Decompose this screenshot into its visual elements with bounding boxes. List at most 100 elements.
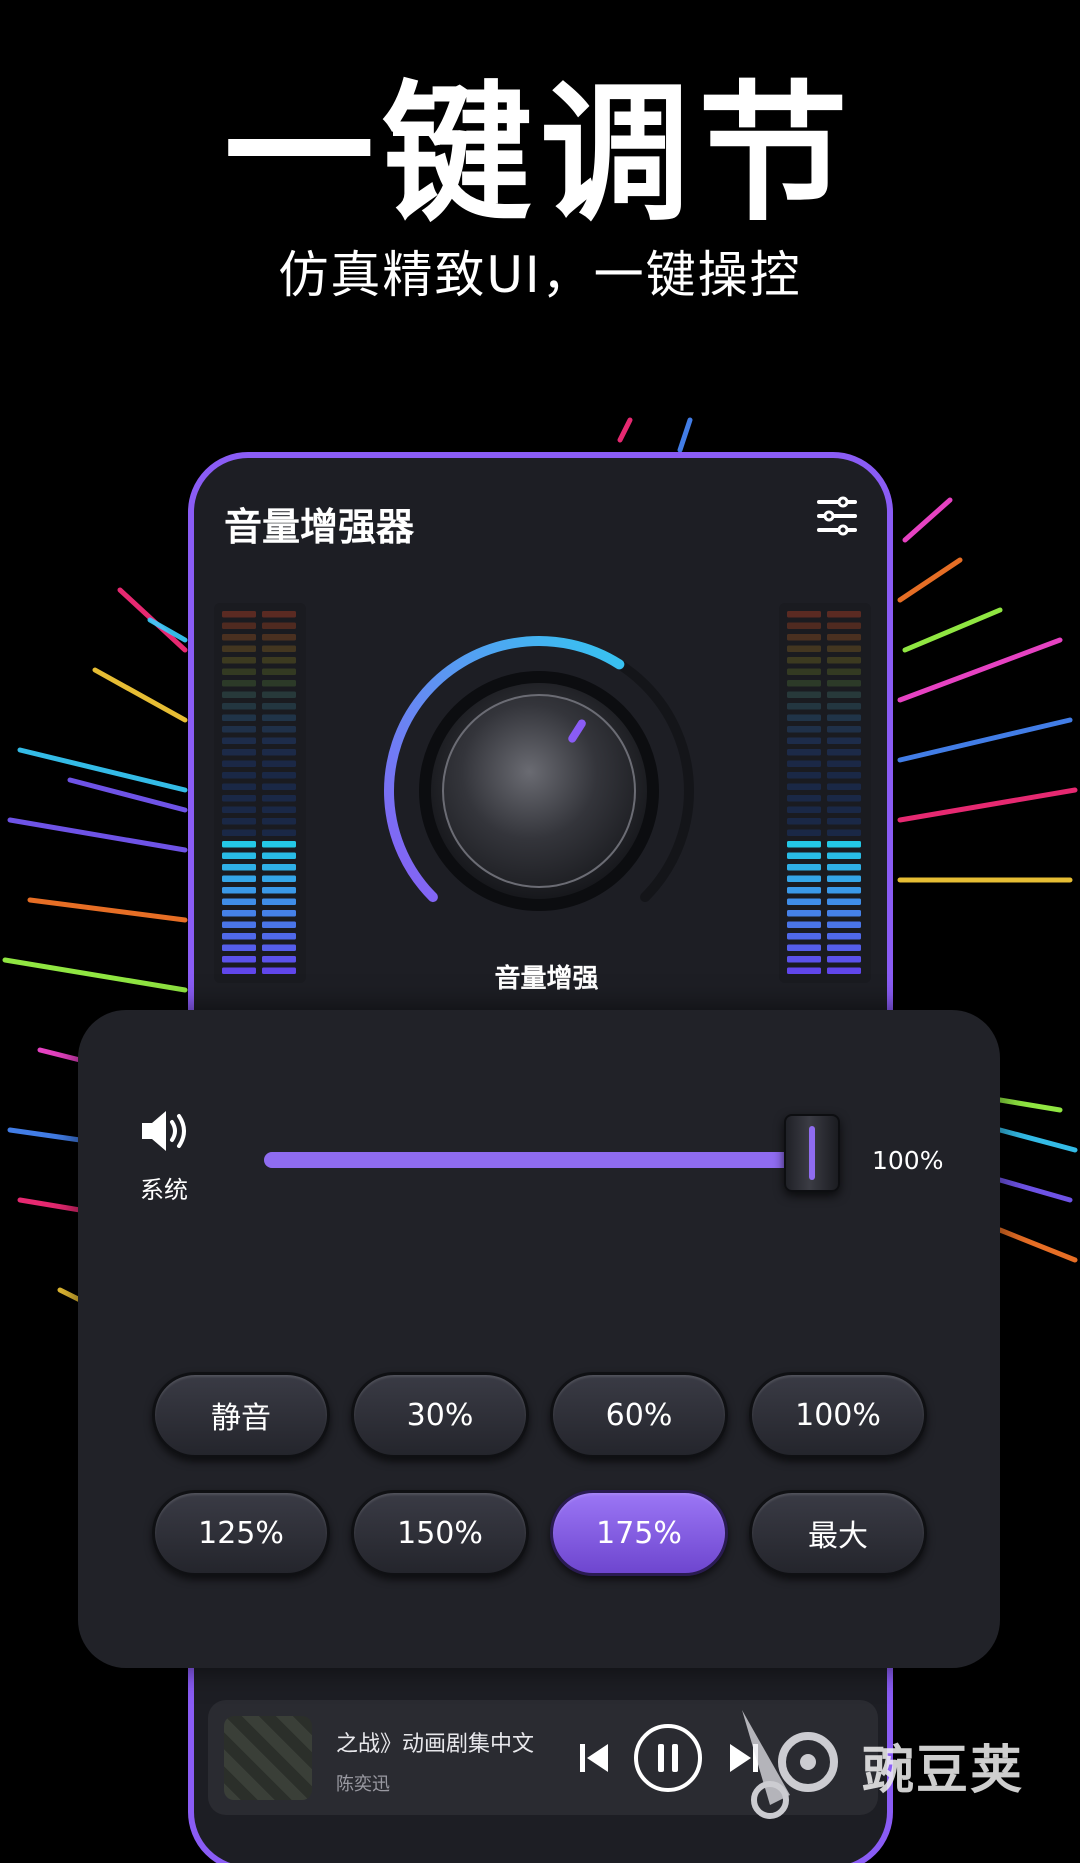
meter-segment <box>827 795 861 802</box>
meter-segment <box>222 910 256 917</box>
background-streak <box>902 497 953 543</box>
meter-segment <box>262 806 296 813</box>
meter-segment <box>262 875 296 882</box>
background-streak <box>7 1127 83 1143</box>
preset-button[interactable]: 60% <box>550 1372 728 1458</box>
meter-segment <box>222 829 256 836</box>
meter-segment <box>222 749 256 756</box>
meter-segment <box>827 829 861 836</box>
meter-segment <box>787 910 821 917</box>
meter-segment <box>787 737 821 744</box>
meter-segment <box>262 749 296 756</box>
meter-segment <box>262 691 296 698</box>
meter-segment <box>262 634 296 641</box>
meter-segment <box>827 749 861 756</box>
meter-segment <box>827 611 861 618</box>
meter-segment <box>262 921 296 928</box>
meter-segment <box>222 921 256 928</box>
preset-button[interactable]: 125% <box>152 1490 330 1576</box>
meter-segment <box>787 645 821 652</box>
watermark-text: 豌豆荚 <box>862 1741 1025 1801</box>
meter-segment <box>262 910 296 917</box>
meter-segment <box>787 634 821 641</box>
previous-icon[interactable] <box>576 1738 612 1778</box>
volume-panel: 系统 100% 静音 30% 60% 100% 125% 150% 175% 最大 <box>78 1010 1000 1668</box>
meter-segment <box>787 887 821 894</box>
meter-segment <box>827 622 861 629</box>
volume-slider-fill <box>264 1152 794 1168</box>
meter-segment <box>827 726 861 733</box>
meter-segment <box>222 680 256 687</box>
meter-segment <box>827 806 861 813</box>
meter-segment <box>787 898 821 905</box>
meter-segment <box>262 657 296 664</box>
preset-button[interactable]: 30% <box>351 1372 529 1458</box>
preset-button[interactable]: 175% <box>550 1490 728 1576</box>
meter-segment <box>222 795 256 802</box>
meter-segment <box>222 634 256 641</box>
background-streak <box>17 1197 83 1213</box>
track-title: 之战》动画剧集中文 <box>336 1732 535 1757</box>
app-title: 音量增强器 <box>224 505 415 549</box>
background-streak <box>902 607 1003 653</box>
meter-segment <box>827 887 861 894</box>
volume-slider-thumb[interactable] <box>784 1114 840 1192</box>
meter-segment <box>827 841 861 848</box>
meter-segment <box>787 921 821 928</box>
meter-segment <box>222 887 256 894</box>
background-streak <box>7 817 188 853</box>
watermark-logo <box>742 1710 838 1819</box>
meter-segment <box>827 772 861 779</box>
meter-segment <box>787 703 821 710</box>
knob-label: 音量增强 <box>494 964 599 994</box>
speaker-icon[interactable] <box>140 1108 194 1154</box>
background-streak <box>997 1227 1078 1263</box>
meter-segment <box>787 691 821 698</box>
meter-segment <box>827 737 861 744</box>
meter-segment <box>222 668 256 675</box>
meter-segment <box>787 714 821 721</box>
meter-segment <box>262 818 296 825</box>
sliders-icon[interactable] <box>815 494 859 538</box>
background-streak <box>617 417 633 443</box>
meter-segment <box>787 841 821 848</box>
meter-segment <box>222 933 256 940</box>
meter-segment <box>262 841 296 848</box>
meter-segment <box>827 898 861 905</box>
meter-segment <box>262 645 296 652</box>
meter-segment <box>787 668 821 675</box>
volume-knob[interactable] <box>369 633 709 963</box>
meter-segment <box>222 645 256 652</box>
background-streak <box>27 897 188 923</box>
meter-segment <box>262 783 296 790</box>
meter-segment <box>262 726 296 733</box>
meter-segment <box>827 944 861 951</box>
meter-segment <box>787 864 821 871</box>
meter-segment <box>827 645 861 652</box>
background-streak <box>17 747 188 793</box>
meter-segment <box>827 910 861 917</box>
meter-segment <box>787 944 821 951</box>
volume-slider-track[interactable] <box>264 1152 794 1168</box>
meter-segment <box>787 933 821 940</box>
meter-segment <box>262 680 296 687</box>
meter-segment <box>262 772 296 779</box>
track-artist: 陈奕迅 <box>336 1774 390 1795</box>
meter-segment <box>827 657 861 664</box>
headline: 一键调节 <box>223 68 856 242</box>
preset-button[interactable]: 100% <box>749 1372 927 1458</box>
preset-button[interactable]: 最大 <box>749 1490 927 1576</box>
meter-segment <box>222 726 256 733</box>
meter-segment <box>262 852 296 859</box>
meter-segment <box>222 818 256 825</box>
meter-segment <box>827 634 861 641</box>
preset-grid: 静音 30% 60% 100% 125% 150% 175% 最大 <box>152 1372 927 1576</box>
background-streak <box>57 1287 83 1303</box>
preset-button[interactable]: 静音 <box>152 1372 330 1458</box>
pause-icon[interactable] <box>632 1722 704 1794</box>
meter-segment <box>262 933 296 940</box>
background-streak <box>997 1177 1073 1203</box>
meter-segment <box>222 841 256 848</box>
preset-button[interactable]: 150% <box>351 1490 529 1576</box>
background-streak <box>997 1097 1063 1113</box>
